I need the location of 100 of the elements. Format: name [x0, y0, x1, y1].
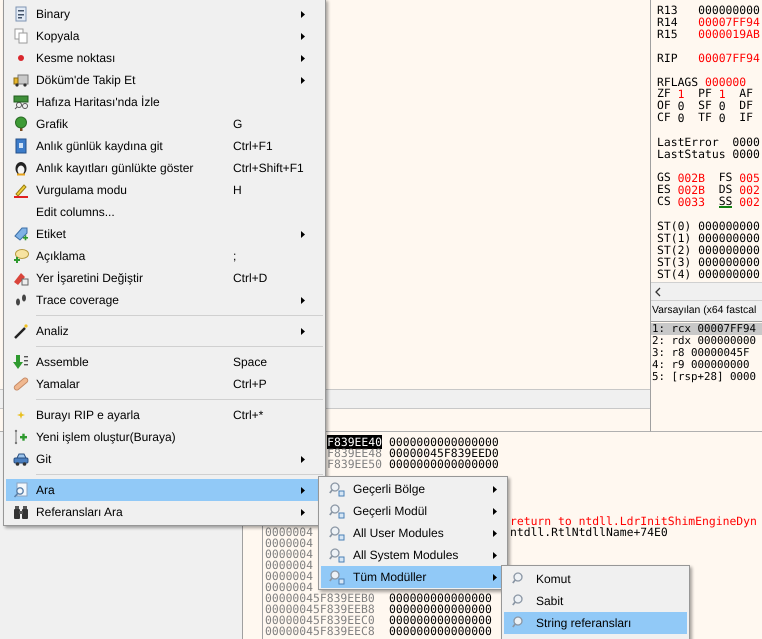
- stack-address[interactable]: F839EE40: [327, 435, 382, 449]
- register-value[interactable]: 0033: [678, 196, 705, 208]
- menu-item[interactable]: Kopyala: [6, 25, 323, 47]
- menu-item[interactable]: Açıklama ;: [6, 245, 323, 267]
- argument-row[interactable]: 5: [rsp+28] 0000: [651, 371, 762, 383]
- register-value[interactable]: 002: [739, 196, 760, 208]
- register-value[interactable]: 00007FF94: [698, 16, 760, 28]
- argument-row[interactable]: 4: r9 000000000: [651, 359, 762, 371]
- help-book-icon: [13, 138, 29, 154]
- menu-item[interactable]: Edit columns...: [6, 201, 323, 223]
- menu-item[interactable]: Git: [6, 448, 323, 470]
- register-value[interactable]: 000000000: [698, 244, 760, 256]
- register-value[interactable]: 0: [718, 112, 726, 124]
- stack-address[interactable]: F839EE48: [327, 446, 382, 460]
- menu-item[interactable]: Grafik G: [6, 113, 323, 135]
- argument-row[interactable]: 2: rdx 000000000: [651, 335, 762, 347]
- stack-address[interactable]: 0000004: [265, 569, 314, 583]
- menu-item[interactable]: Vurgulama modu H: [6, 179, 323, 201]
- register-value[interactable]: 0: [678, 100, 684, 112]
- menu-item[interactable]: Hafıza Haritası'nda İzle: [6, 91, 323, 113]
- menu-item[interactable]: Trace coverage: [6, 289, 323, 311]
- register-name: R14: [657, 16, 679, 28]
- menu-item[interactable]: Assemble Space: [6, 351, 323, 373]
- binoculars-icon: [13, 504, 29, 520]
- menu-item[interactable]: Anlık günlük kaydına git Ctrl+F1: [6, 135, 323, 157]
- calling-convention-header[interactable]: Varsayılan (x64 fastcal: [651, 301, 762, 322]
- menu-item[interactable]: Döküm'de Takip Et: [6, 69, 323, 91]
- menu-item[interactable]: Yer İşaretini Değiştir Ctrl+D: [6, 267, 323, 289]
- stack-address[interactable]: 0000004: [265, 547, 314, 561]
- argument-row[interactable]: 1: rcx 00007FF94: [651, 323, 762, 335]
- stack-address[interactable]: 00000045F839EEB8: [265, 602, 375, 616]
- stack-comment: ntdll.RtlNtdllName+74E0: [510, 525, 668, 539]
- register-value[interactable]: 000000000: [698, 220, 760, 232]
- shortcut-label: Ctrl+P: [233, 377, 267, 391]
- menu-item[interactable]: Kesme noktası: [6, 47, 323, 69]
- memory-chip-icon: [13, 94, 29, 110]
- stack-address[interactable]: 00000045F839EEC0: [265, 613, 375, 627]
- menu-item[interactable]: Yamalar Ctrl+P: [6, 373, 323, 395]
- submenu-arrow-icon: [493, 508, 497, 514]
- register-name: DS: [718, 184, 732, 196]
- search-icon: [329, 481, 345, 497]
- menu-item[interactable]: Sabit: [504, 590, 687, 612]
- submenu-arrow-icon: [301, 486, 305, 494]
- stack-address[interactable]: 0000004: [265, 525, 314, 539]
- submenu-arrow-icon: [301, 32, 305, 40]
- register-value[interactable]: 00007FF94: [698, 52, 760, 64]
- register-name: ST(0): [657, 220, 692, 232]
- menu-item[interactable]: String referansları: [504, 612, 687, 634]
- register-name: CF: [657, 112, 671, 124]
- register-value[interactable]: 002B: [678, 172, 705, 184]
- register-value[interactable]: 000000000: [698, 268, 760, 280]
- register-name: RFLAGS: [657, 76, 698, 88]
- submenu-arrow-icon: [301, 508, 305, 516]
- shortcut-label: Ctrl+*: [233, 408, 264, 422]
- register-name: ST(4): [657, 268, 692, 280]
- register-name: FS: [718, 172, 732, 184]
- register-value[interactable]: 005: [739, 172, 760, 184]
- submenu-arrow-icon: [301, 76, 305, 84]
- register-value[interactable]: 0000: [732, 136, 760, 148]
- register-name: GS: [657, 172, 671, 184]
- menu-item[interactable]: Geçerli Bölge: [321, 478, 505, 500]
- register-value[interactable]: 0000: [732, 148, 760, 160]
- menu-item[interactable]: Etiket: [6, 223, 323, 245]
- menu-item[interactable]: All User Modules: [321, 522, 505, 544]
- register-name: OF: [657, 100, 671, 112]
- register-value[interactable]: 000000000: [698, 4, 760, 16]
- register-name: AF: [739, 88, 753, 100]
- menu-item[interactable]: Komut: [504, 568, 687, 590]
- register-value[interactable]: 000000: [705, 76, 760, 88]
- stack-address[interactable]: 00000045F839EEB0: [265, 591, 375, 605]
- shortcut-label: H: [233, 183, 242, 197]
- register-value[interactable]: 000000000: [698, 256, 760, 268]
- binary-file-icon: [13, 6, 29, 22]
- stack-address[interactable]: F839EE50: [327, 457, 382, 471]
- register-value[interactable]: 002: [739, 184, 760, 196]
- register-name: SF: [698, 100, 712, 112]
- stack-address[interactable]: 00000045F839EEC8: [265, 624, 375, 638]
- register-value[interactable]: 1: [678, 88, 684, 100]
- menu-item[interactable]: Geçerli Modül: [321, 500, 505, 522]
- menu-item[interactable]: Analiz: [6, 320, 323, 342]
- menu-item[interactable]: Binary: [6, 3, 323, 25]
- submenu-arrow-icon: [301, 54, 305, 62]
- stack-address[interactable]: 0000004: [265, 580, 314, 594]
- register-value[interactable]: 1: [718, 88, 726, 100]
- stack-address[interactable]: 0000004: [265, 536, 314, 550]
- register-value[interactable]: 0000019AB: [698, 28, 760, 40]
- horizontal-scrollbar[interactable]: [651, 282, 762, 301]
- submenu-arrow-icon: [301, 230, 305, 238]
- menu-item[interactable]: Yeni işlem oluştur(Buraya): [6, 426, 323, 448]
- register-value[interactable]: 002B: [678, 184, 705, 196]
- register-value[interactable]: 0: [678, 112, 684, 124]
- menu-item[interactable]: Anlık kayıtları günlükte göster Ctrl+Shift+F1: [6, 157, 323, 179]
- menu-item[interactable]: All System Modules: [321, 544, 505, 566]
- menu-item[interactable]: Burayı RIP e ayarla Ctrl+*: [6, 404, 323, 426]
- register-name: R15: [657, 28, 679, 40]
- stack-address[interactable]: 0000004: [265, 558, 314, 572]
- register-value[interactable]: 0: [718, 100, 726, 112]
- register-name: R13: [657, 4, 679, 16]
- argument-row[interactable]: 3: r8 00000045F: [651, 347, 762, 359]
- register-value[interactable]: 000000000: [698, 232, 760, 244]
